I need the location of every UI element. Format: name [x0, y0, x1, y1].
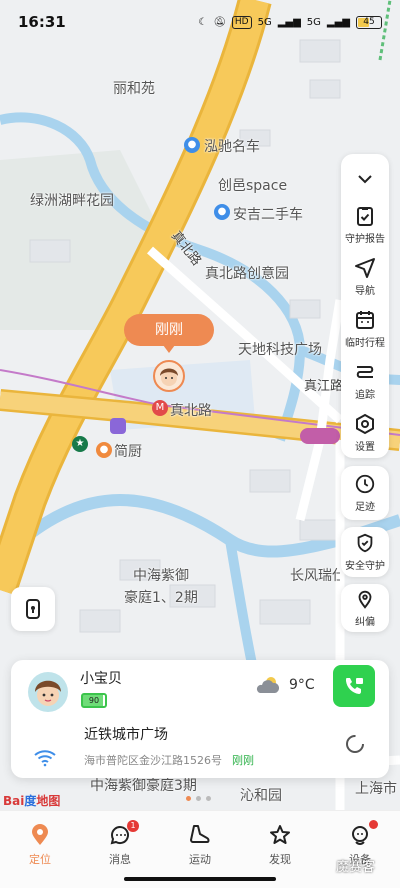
calendar-icon	[356, 310, 374, 329]
footprint-button[interactable]: 足迹	[341, 466, 389, 520]
map-label-qinheyuan: 沁和园	[240, 788, 282, 804]
location-time-bubble: 刚刚	[124, 314, 214, 353]
phone-icon	[346, 678, 363, 694]
update-time: 刚刚	[232, 754, 254, 767]
map-label-haoting: 豪庭1、2期	[124, 590, 198, 606]
status-time: 16:31	[18, 13, 66, 31]
status-bar: 16:31 ☾ 🔕︎ HD 5G ▂▄▆ 5G ▂▄▆ 45	[0, 0, 400, 44]
safety-label: 安全守护	[345, 561, 385, 572]
child-name: 小宝贝	[80, 671, 122, 687]
map-label-chuangyi: 创邑space	[218, 178, 288, 194]
page-indicator	[186, 796, 211, 801]
map-label-zhonghai3: 中海紫御豪庭3期	[90, 778, 197, 794]
star-icon	[270, 825, 290, 844]
location-name: 近铁城市广场	[84, 727, 168, 743]
device-info-card[interactable]: 小宝贝 90 9°C 近铁城市广场 海市普陀区金沙江路1526号 刚刚	[11, 660, 389, 778]
map-label-tiandi: 天地科技广场	[238, 342, 322, 358]
tab-location[interactable]: 定位	[0, 811, 80, 888]
avatar	[28, 672, 68, 712]
map-label-station: 真北路	[170, 403, 212, 419]
signal-5g-1: 5G	[257, 16, 272, 28]
building-icon	[110, 418, 126, 434]
car-icon: ●	[184, 137, 200, 153]
video-call-button[interactable]	[333, 665, 375, 707]
shoe-icon	[190, 825, 210, 843]
child-avatar-icon	[35, 680, 61, 706]
home-indicator[interactable]	[124, 877, 276, 881]
moon-icon: ☾	[198, 16, 208, 28]
locate-device-button[interactable]	[11, 587, 55, 631]
track-label: 追踪	[355, 389, 375, 401]
report-label: 守护报告	[345, 233, 385, 245]
signal-bars-icon: ▂▄▆	[277, 16, 301, 28]
wifi-icon	[34, 750, 56, 767]
location-address: 海市普陀区金沙江路1526号	[84, 754, 222, 767]
pin-icon	[358, 590, 372, 609]
signal-bars-icon: ▂▄▆	[326, 16, 350, 28]
settings-icon	[356, 413, 374, 434]
map-label-changfeng: 长风瑞仕禄庭	[290, 568, 340, 584]
tab-device[interactable]: 设备	[320, 811, 400, 888]
track-button[interactable]: 追踪	[341, 354, 389, 406]
device-icon	[352, 826, 368, 845]
footprint-label: 足迹	[355, 502, 375, 513]
track-icon	[356, 365, 374, 378]
coffee-icon: ★	[72, 436, 88, 452]
settings-label: 设置	[355, 441, 375, 453]
tab-location-label: 定位	[29, 853, 51, 866]
message-badge: 1	[127, 820, 139, 832]
report-button[interactable]: 守护报告	[341, 198, 389, 250]
map-label-jiandu: 简厨	[114, 444, 142, 460]
correction-button[interactable]: 纠偏	[341, 584, 389, 632]
collapse-toolbar-button[interactable]	[341, 160, 389, 198]
refresh-icon[interactable]	[344, 733, 366, 755]
map-label-liheyuan: 丽和苑	[113, 81, 155, 97]
map-label-shanghai: 上海市	[355, 781, 397, 797]
tab-messages-label: 消息	[109, 853, 131, 866]
temp-trip-button[interactable]: 临时行程	[341, 302, 389, 354]
map-label-anji: 安吉二手车	[233, 207, 303, 223]
navigation-button[interactable]: 导航	[341, 250, 389, 302]
child-location-marker[interactable]	[153, 360, 185, 392]
chevron-down-icon	[358, 175, 372, 184]
watermark: 魔赛客	[336, 860, 376, 875]
cloudy-icon	[256, 677, 280, 693]
map-toolbar: 守护报告 导航 临时行程 追踪 设置	[341, 154, 389, 458]
correction-label: 纠偏	[355, 617, 375, 628]
map-label-lvzhou: 绿洲湖畔花园	[30, 193, 114, 209]
clock-icon	[355, 474, 375, 494]
safety-guard-button[interactable]: 安全守护	[341, 527, 389, 577]
battery-icon: 45	[356, 15, 382, 29]
metro-icon: M	[152, 400, 168, 416]
device-notification-dot	[369, 820, 378, 829]
tab-sports-label: 运动	[189, 853, 211, 866]
mute-icon: 🔕︎	[213, 16, 226, 28]
report-icon	[357, 206, 373, 226]
watch-icon	[26, 599, 40, 619]
navigation-label: 导航	[355, 285, 375, 297]
signal-5g-2: 5G	[306, 16, 321, 28]
baidu-map-logo: Bai度地图	[3, 794, 61, 808]
battery-level: 45	[363, 16, 375, 27]
navigation-icon	[355, 257, 375, 278]
shield-icon	[357, 533, 373, 553]
device-battery: 90	[81, 693, 107, 708]
map-label-hongchi: 泓驰名车	[204, 139, 260, 155]
hd-badge: HD	[231, 15, 252, 29]
restaurant-icon: ●	[96, 442, 112, 458]
child-avatar-icon	[160, 368, 178, 386]
map-label-zhonghai: 中海紫御	[133, 568, 189, 584]
road-label-zhenjiang: 真江路	[304, 379, 344, 394]
location-icon	[32, 824, 48, 845]
temp-trip-label: 临时行程	[345, 337, 385, 349]
temperature: 9°C	[289, 677, 315, 693]
settings-button[interactable]: 设置	[341, 406, 389, 458]
map-label-zhenbei-chuangyi: 真北路创意园	[205, 266, 289, 282]
car-icon: ●	[214, 204, 230, 220]
tab-discover-label: 发现	[269, 853, 291, 866]
